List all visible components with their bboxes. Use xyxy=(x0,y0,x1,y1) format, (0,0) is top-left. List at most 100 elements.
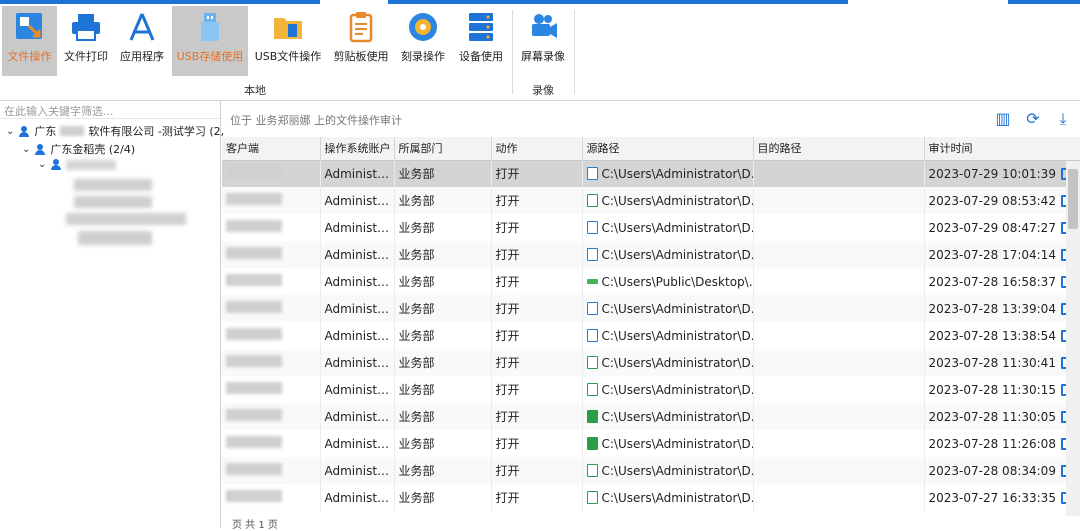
table-row[interactable]: Administra... 业务部 打开 C:\Users\Public\Deskto… xyxy=(222,268,1080,295)
cell-action: 打开 xyxy=(491,430,583,457)
file-type-icon xyxy=(586,221,598,234)
cell-account: Administra... xyxy=(320,322,395,349)
audit-time-text: 2023-07-27 16:33:35 xyxy=(928,490,1056,505)
cell-client xyxy=(222,241,321,268)
audit-time-text: 2023-07-29 08:53:42 xyxy=(928,193,1056,208)
burn-operation-label: 刻录操作 xyxy=(401,50,445,63)
refresh-icon[interactable]: ⟳ xyxy=(1024,110,1042,128)
redacted-client xyxy=(226,274,282,286)
redacted-client xyxy=(226,328,282,340)
tree-filter-input[interactable]: 在此输入关键字筛选... xyxy=(0,101,220,119)
column-settings-icon[interactable]: ▥ xyxy=(994,110,1012,128)
cell-action: 打开 xyxy=(491,376,583,403)
clipboard-usage-button[interactable]: 剪贴板使用 xyxy=(330,6,392,76)
redacted-client xyxy=(226,463,282,475)
download-icon[interactable]: ⤓ xyxy=(1054,110,1072,128)
cell-dest-path xyxy=(753,268,925,295)
device-tree-panel: 在此输入关键字筛选... ⌄ 广东 软件有限公司 -测试学习 (2, ⌄ 广东金… xyxy=(0,101,224,528)
file-type-icon xyxy=(586,356,598,369)
tree-root-label-suffix: 软件有限公司 -测试学习 (2, xyxy=(88,125,225,138)
redacted-client xyxy=(226,220,282,232)
source-path-text: C:\Users\Administrator\D... xyxy=(601,220,753,235)
column-header-department[interactable]: 所属部门 xyxy=(394,137,492,161)
applications-button[interactable]: 应用程序 xyxy=(116,6,168,76)
cell-source-path: C:\Users\Administrator\D... xyxy=(582,376,754,403)
video-camera-icon xyxy=(526,10,560,44)
group-separator xyxy=(512,10,513,94)
column-header-source-path[interactable]: 源路径 xyxy=(582,137,754,161)
app-store-icon xyxy=(125,10,159,44)
cell-action: 打开 xyxy=(491,322,583,349)
tree-node-child[interactable]: ⌄ 广东金稻壳 (2/4) xyxy=(22,141,135,157)
file-operation-button[interactable]: 文件操作 xyxy=(2,6,57,76)
column-header-audit-time[interactable]: 审计时间 xyxy=(924,137,1080,161)
cell-client xyxy=(222,484,321,511)
cell-source-path: C:\Users\Administrator\D... xyxy=(582,457,754,484)
disc-icon xyxy=(406,10,440,44)
cell-source-path: C:\Users\Administrator\D... xyxy=(582,403,754,430)
table-row[interactable]: Administra... 业务部 打开 C:\Users\Administrator… xyxy=(222,322,1080,349)
scrollbar-thumb[interactable] xyxy=(1068,169,1078,229)
clipboard-usage-label: 剪贴板使用 xyxy=(333,50,389,63)
table-row[interactable]: Administra... 业务部 打开 C:\Users\Administrator… xyxy=(222,241,1080,268)
audit-panel: 位于 业务郑丽娜 上的文件操作审计 ▥ ⟳ ⤓ 客户端 操作系统账户 所属部门 … xyxy=(222,101,1080,531)
source-path-text: C:\Users\Administrator\D... xyxy=(601,409,753,424)
file-type-icon xyxy=(586,383,598,396)
table-row[interactable]: Administra... 业务部 打开 C:\Users\Administrator… xyxy=(222,376,1080,403)
redacted-client xyxy=(226,382,282,394)
source-path-text: C:\Users\Administrator\D... xyxy=(601,193,753,208)
audit-time-text: 2023-07-29 08:47:27 xyxy=(928,220,1056,235)
cell-action: 打开 xyxy=(491,268,583,295)
audit-time-text: 2023-07-28 17:04:14 xyxy=(928,247,1056,262)
source-path-text: C:\Users\Administrator\D... xyxy=(601,382,753,397)
source-path-text: C:\Users\Administrator\D... xyxy=(601,247,753,262)
file-print-button[interactable]: 文件打印 xyxy=(60,6,112,76)
cell-account: Administra... xyxy=(320,484,395,511)
redacted-text xyxy=(66,213,186,225)
redacted-text xyxy=(74,179,152,191)
usb-storage-label: USB存储使用 xyxy=(176,50,244,63)
table-row[interactable]: Administra... 业务部 打开 C:\Users\Administrator… xyxy=(222,430,1080,457)
cell-audit-time: 2023-07-29 10:01:39 xyxy=(924,160,1080,187)
table-row[interactable]: Administra... 业务部 打开 C:\Users\Administrator… xyxy=(222,214,1080,241)
column-header-account[interactable]: 操作系统账户 xyxy=(320,137,395,161)
cell-account: Administra... xyxy=(320,160,395,187)
file-print-label: 文件打印 xyxy=(64,50,108,63)
audit-time-text: 2023-07-28 11:30:15 xyxy=(928,382,1056,397)
usb-storage-button[interactable]: USB存储使用 xyxy=(172,6,248,76)
table-row[interactable]: Administra... 业务部 打开 C:\Users\Administrator… xyxy=(222,349,1080,376)
cell-source-path: C:\Users\Administrator\D... xyxy=(582,295,754,322)
chevron-down-icon[interactable]: ⌄ xyxy=(38,159,46,170)
chevron-down-icon[interactable]: ⌄ xyxy=(6,126,14,137)
audit-toolbar: ▥ ⟳ ⤓ xyxy=(994,110,1072,128)
table-row[interactable]: Administra... 业务部 打开 C:\Users\Administrator… xyxy=(222,187,1080,214)
file-type-icon xyxy=(586,167,598,181)
title-bar-accent xyxy=(388,0,848,4)
column-header-dest-path[interactable]: 目的路径 xyxy=(753,137,925,161)
source-path-text: C:\Users\Administrator\D... xyxy=(601,166,753,181)
vertical-scrollbar[interactable] xyxy=(1066,161,1080,528)
tree-node-user[interactable]: ⌄ xyxy=(38,159,117,170)
usb-file-operation-button[interactable]: USB文件操作 xyxy=(252,6,324,76)
audit-time-text: 2023-07-28 13:38:54 xyxy=(928,328,1056,343)
column-header-client[interactable]: 客户端 xyxy=(222,137,321,161)
screen-recording-button[interactable]: 屏幕录像 xyxy=(517,6,569,76)
file-type-icon xyxy=(586,491,598,504)
group-label-local: 本地 xyxy=(244,84,266,97)
table-row[interactable]: Administra... 业务部 打开 C:\Users\Administrator… xyxy=(222,160,1080,187)
burn-operation-button[interactable]: 刻录操作 xyxy=(396,6,450,76)
cell-source-path: C:\Users\Administrator\D... xyxy=(582,349,754,376)
table-row[interactable]: Administra... 业务部 打开 C:\Users\Administrator… xyxy=(222,295,1080,322)
cell-audit-time: 2023-07-28 13:39:04 xyxy=(924,295,1080,322)
table-row[interactable]: Administra... 业务部 打开 C:\Users\Administrator… xyxy=(222,403,1080,430)
table-row[interactable]: Administra... 业务部 打开 C:\Users\Administrator… xyxy=(222,484,1080,511)
device-usage-button[interactable]: 设备使用 xyxy=(454,6,508,76)
tree-node-root[interactable]: ⌄ 广东 软件有限公司 -测试学习 (2, xyxy=(6,123,224,139)
cell-department: 业务部 xyxy=(394,160,492,187)
column-header-action[interactable]: 动作 xyxy=(491,137,583,161)
table-row[interactable]: Administra... 业务部 打开 C:\Users\Administrator… xyxy=(222,457,1080,484)
audit-info-text: 位于 业务郑丽娜 上的文件操作审计 xyxy=(230,114,402,127)
chevron-down-icon[interactable]: ⌄ xyxy=(22,144,30,155)
user-icon xyxy=(50,159,62,170)
usb-folder-icon xyxy=(271,10,305,44)
